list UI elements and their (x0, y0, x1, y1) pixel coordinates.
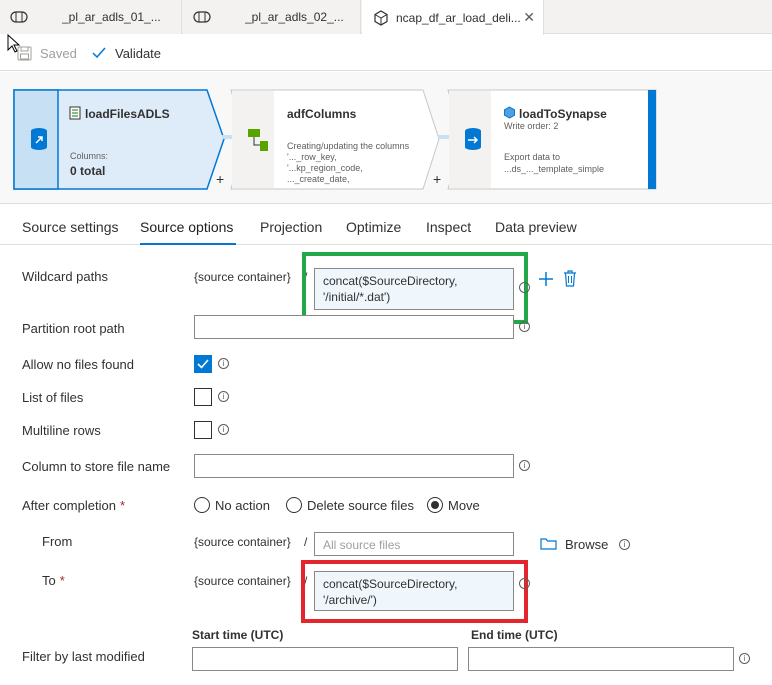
validate-button[interactable]: Validate (91, 45, 161, 61)
node-title-adfColumns: adfColumns (287, 107, 357, 121)
allow-no-files-label: Allow no files found (22, 357, 135, 372)
node-desc-line: ...ds_..._template_simple (504, 164, 605, 174)
to-text: To (42, 573, 56, 588)
to-label: To * (42, 573, 65, 588)
pipeline-icon (10, 10, 28, 24)
end-time-input[interactable] (468, 647, 734, 671)
filter-last-modified-label: Filter by last modified (22, 649, 145, 664)
validate-label: Validate (115, 45, 162, 61)
radio-delete-source-files-label: Delete source files (307, 498, 414, 513)
wildcard-paths-label: Wildcard paths (22, 269, 108, 284)
info-icon: i (519, 460, 530, 471)
source-container-label: {source container} (194, 270, 291, 284)
radio-no-action[interactable] (194, 497, 210, 513)
from-label: From (42, 534, 73, 549)
node-desc-line: '...kp_region_code, (287, 163, 363, 173)
save-icon (16, 45, 32, 61)
column-store-file-name-input[interactable] (194, 454, 514, 478)
after-completion-label: After completion * (22, 498, 125, 513)
add-transform-button[interactable]: + (433, 171, 441, 187)
partition-root-path-input[interactable] (194, 315, 514, 339)
tab-optimize[interactable]: Optimize (346, 219, 401, 235)
info-icon: i (218, 391, 229, 402)
required-marker: * (119, 498, 125, 513)
tab-label: _pl_ar_adls_02_... (245, 10, 344, 24)
radio-move[interactable] (427, 497, 443, 513)
delete-icon[interactable] (563, 270, 577, 290)
saved-button[interactable]: Saved (16, 45, 77, 61)
dataflow-icon (372, 9, 390, 26)
synapse-icon (503, 106, 516, 122)
column-store-file-name-label: Column to store file name (22, 459, 171, 474)
tab-label: ncap_df_ar_load_deli... (396, 10, 521, 25)
node-columns-value: 0 total (70, 164, 106, 178)
toolbar: Saved Validate (0, 35, 772, 71)
radio-delete-source-files[interactable] (286, 497, 302, 513)
tab-dataflow[interactable]: ncap_df_ar_load_deli... ✕ (362, 0, 544, 35)
sink-icon (462, 127, 484, 154)
tab-inspect[interactable]: Inspect (426, 219, 471, 235)
radio-move-label: Move (448, 498, 480, 513)
dataflow-canvas: loadFilesADLS Columns: 0 total + adfColu… (0, 72, 772, 204)
node-desc-line: '..._row_key, (287, 152, 337, 162)
partition-root-path-label: Partition root path (22, 321, 125, 336)
node-columns-label: Columns: (70, 151, 109, 161)
add-transform-button[interactable]: + (216, 171, 224, 187)
info-icon: i (739, 653, 750, 664)
browse-button[interactable]: Browse (565, 537, 608, 552)
list-of-files-checkbox[interactable] (194, 388, 212, 406)
radio-no-action-label: No action (215, 498, 270, 513)
close-icon[interactable]: ✕ (523, 9, 535, 26)
green-highlight-box (302, 252, 528, 324)
tab-pipeline-01[interactable]: _pl_ar_adls_01_... (0, 0, 182, 34)
checkmark-icon (197, 359, 209, 369)
info-icon: i (619, 539, 630, 550)
start-time-label: Start time (UTC) (192, 628, 284, 642)
tab-data-preview[interactable]: Data preview (495, 219, 577, 235)
node-desc-line: Export data to (504, 152, 561, 162)
from-path-input[interactable]: All source files (314, 532, 514, 556)
allow-no-files-checkbox[interactable] (194, 355, 212, 373)
saved-label: Saved (40, 45, 77, 61)
info-icon: i (218, 424, 229, 435)
after-completion-text: After completion (22, 498, 116, 513)
required-marker: * (59, 573, 65, 588)
tab-pipeline-02[interactable]: _pl_ar_adls_02_... (183, 0, 361, 34)
source-container-label: {source container} (194, 574, 291, 588)
start-time-input[interactable] (192, 647, 458, 671)
multiline-rows-checkbox[interactable] (194, 421, 212, 439)
node-desc-line: Creating/updating the columns (287, 141, 410, 151)
end-time-label: End time (UTC) (471, 628, 558, 642)
folder-icon[interactable] (540, 537, 557, 553)
list-of-files-label: List of files (22, 390, 84, 405)
node-title-loadFilesADLS: loadFilesADLS (85, 107, 170, 121)
document-tabbar: _pl_ar_adls_01_... _pl_ar_adls_02_... nc… (0, 0, 772, 35)
tab-source-settings[interactable]: Source settings (22, 219, 119, 235)
file-icon (69, 106, 81, 123)
path-separator: / (304, 535, 308, 549)
red-highlight-box (301, 560, 528, 623)
node-title-loadToSynapse: loadToSynapse (519, 107, 607, 121)
node-write-order: Write order: 2 (504, 121, 559, 131)
source-section-tabs: Source settings Source options Projectio… (0, 205, 772, 245)
info-icon: i (519, 282, 530, 293)
tab-label: _pl_ar_adls_01_... (62, 10, 161, 24)
tab-source-options[interactable]: Source options (140, 219, 233, 235)
tab-projection[interactable]: Projection (260, 219, 322, 235)
pipeline-icon (193, 10, 211, 24)
active-tab-indicator (140, 243, 236, 245)
info-icon: i (519, 578, 530, 589)
derived-column-icon (246, 127, 270, 156)
node-desc-line: ..._create_date, (287, 174, 350, 184)
add-icon[interactable] (538, 271, 554, 290)
info-icon: i (519, 321, 530, 332)
source-icon (28, 127, 50, 154)
info-icon: i (218, 358, 229, 369)
multiline-rows-label: Multiline rows (22, 423, 101, 438)
checkmark-icon (91, 45, 107, 61)
from-path-placeholder: All source files (323, 538, 401, 552)
source-container-label: {source container} (194, 535, 291, 549)
